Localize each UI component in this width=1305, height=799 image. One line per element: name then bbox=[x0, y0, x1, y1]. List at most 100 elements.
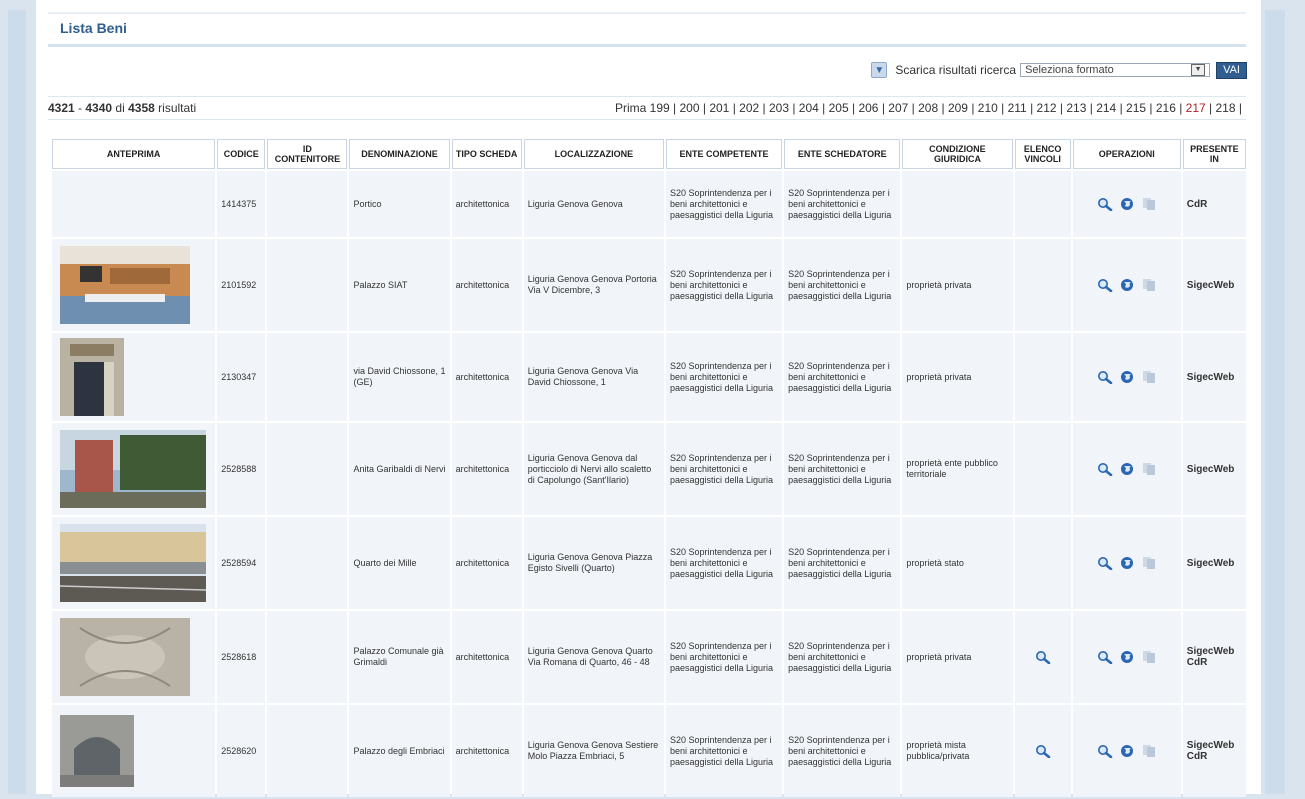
constraints-cell bbox=[1014, 423, 1071, 515]
globe-icon[interactable] bbox=[1118, 650, 1136, 664]
chevron-down-icon[interactable]: ▼ bbox=[1191, 64, 1206, 76]
column-header[interactable]: OPERAZIONI bbox=[1072, 139, 1181, 169]
globe-icon[interactable] bbox=[1118, 462, 1136, 476]
pager-page-link[interactable]: 206 bbox=[855, 101, 882, 115]
preview-image[interactable] bbox=[60, 715, 134, 787]
pager-page-link[interactable]: 216 bbox=[1153, 101, 1180, 115]
preview-cell bbox=[52, 333, 216, 421]
present-in-cell: SigecWeb bbox=[1182, 517, 1246, 609]
present-in-tag: CdR bbox=[1186, 198, 1208, 210]
pager-page-link[interactable]: 201 bbox=[706, 101, 733, 115]
cataloguing-body-cell: S20 Soprintendenza per i beni architetto… bbox=[784, 423, 901, 515]
magnifier-icon[interactable] bbox=[1096, 462, 1114, 476]
download-label: Scarica risultati ricerca bbox=[895, 63, 1017, 77]
container-id-cell bbox=[267, 517, 348, 609]
table-row: 2528594 Quarto dei Mille architettonica Lig… bbox=[52, 517, 1246, 609]
vai-button[interactable]: VAI bbox=[1216, 61, 1247, 79]
table-row: 2101592 Palazzo SIAT architettonica Liguria… bbox=[52, 239, 1246, 331]
pager-page-link[interactable]: 210 bbox=[974, 101, 1001, 115]
page-header: Lista Beni bbox=[48, 12, 1246, 47]
globe-icon[interactable] bbox=[1118, 370, 1136, 384]
copy-icon[interactable] bbox=[1140, 556, 1158, 570]
pager-page-link[interactable]: 204 bbox=[795, 101, 822, 115]
preview-image[interactable] bbox=[60, 524, 206, 602]
operations-cell bbox=[1072, 611, 1181, 703]
preview-image[interactable] bbox=[60, 430, 206, 508]
preview-image[interactable] bbox=[60, 246, 190, 324]
pager-page-link[interactable]: 207 bbox=[885, 101, 912, 115]
pager-page-link[interactable]: 205 bbox=[825, 101, 852, 115]
copy-icon[interactable] bbox=[1140, 370, 1158, 384]
table-row: 2528588 Anita Garibaldi di Nervi architett… bbox=[52, 423, 1246, 515]
pager-page-link[interactable]: 209 bbox=[945, 101, 972, 115]
code-cell: 2130347 bbox=[217, 333, 266, 421]
globe-icon[interactable] bbox=[1118, 556, 1136, 570]
pager-page-link[interactable]: 215 bbox=[1123, 101, 1150, 115]
copy-icon[interactable] bbox=[1140, 278, 1158, 292]
pager-page-link[interactable]: 203 bbox=[766, 101, 793, 115]
column-header[interactable]: PRESENTE IN bbox=[1182, 139, 1246, 169]
pager-page-link[interactable]: 200 bbox=[676, 101, 703, 115]
cataloguing-body-cell: S20 Soprintendenza per i beni architetto… bbox=[784, 705, 901, 797]
cataloguing-body-cell: S20 Soprintendenza per i beni architetto… bbox=[784, 517, 901, 609]
constraints-magnifier-icon[interactable] bbox=[1034, 650, 1052, 664]
download-icon[interactable]: ▼ bbox=[871, 62, 888, 78]
location-cell: Liguria Genova Genova dal porticciolo di… bbox=[523, 423, 664, 515]
globe-icon[interactable] bbox=[1118, 278, 1136, 292]
preview-image[interactable] bbox=[60, 618, 190, 696]
container-id-cell bbox=[267, 239, 348, 331]
format-select[interactable]: Seleziona formato ▼ bbox=[1020, 63, 1211, 77]
legal-status-cell: proprietà mista pubblica/privata bbox=[902, 705, 1013, 797]
column-header[interactable]: ID CONTENITORE bbox=[267, 139, 348, 169]
pager-page-link[interactable]: 214 bbox=[1093, 101, 1120, 115]
pager-page-link[interactable]: 199 bbox=[650, 101, 673, 115]
pager-page-link[interactable]: 218 bbox=[1212, 101, 1239, 115]
magnifier-icon[interactable] bbox=[1096, 370, 1114, 384]
column-header[interactable]: LOCALIZZAZIONE bbox=[523, 139, 664, 169]
table-row: 2528618 Palazzo Comunale già Grimaldi arch… bbox=[52, 611, 1246, 703]
copy-icon[interactable] bbox=[1140, 650, 1158, 664]
column-header[interactable]: TIPO SCHEDA bbox=[451, 139, 522, 169]
container-id-cell bbox=[267, 611, 348, 703]
name-cell: Palazzo Comunale già Grimaldi bbox=[349, 611, 450, 703]
constraints-cell bbox=[1014, 705, 1071, 797]
column-header[interactable]: ELENCO VINCOLI bbox=[1014, 139, 1071, 169]
type-cell: architettonica bbox=[451, 333, 522, 421]
pager-first-link[interactable]: Prima bbox=[615, 101, 650, 115]
container-id-cell bbox=[267, 333, 348, 421]
operations-cell bbox=[1072, 239, 1181, 331]
copy-icon[interactable] bbox=[1140, 744, 1158, 758]
result-to: 4340 bbox=[85, 101, 113, 115]
competent-body-cell: S20 Soprintendenza per i beni architetto… bbox=[665, 171, 783, 237]
magnifier-icon[interactable] bbox=[1096, 650, 1114, 664]
magnifier-icon[interactable] bbox=[1096, 556, 1114, 570]
present-in-cell: SigecWeb bbox=[1182, 239, 1246, 331]
column-header[interactable]: CODICE bbox=[217, 139, 266, 169]
globe-icon[interactable] bbox=[1118, 197, 1136, 211]
page-container: Lista Beni ▼ Scarica risultati ricerca S… bbox=[36, 0, 1261, 797]
column-header[interactable]: ENTE SCHEDATORE bbox=[784, 139, 901, 169]
column-header[interactable]: ENTE COMPETENTE bbox=[665, 139, 783, 169]
magnifier-icon[interactable] bbox=[1096, 197, 1114, 211]
pager-page-link[interactable]: 212 bbox=[1033, 101, 1060, 115]
column-header[interactable]: CONDIZIONE GIURIDICA bbox=[902, 139, 1013, 169]
preview-image[interactable] bbox=[60, 338, 124, 416]
column-header[interactable]: ANTEPRIMA bbox=[52, 139, 216, 169]
pager-page-link[interactable]: 202 bbox=[736, 101, 763, 115]
present-in-tag: SigecWeb bbox=[1186, 371, 1235, 383]
pager-page-link[interactable]: 213 bbox=[1063, 101, 1090, 115]
legal-status-cell: proprietà stato bbox=[902, 517, 1013, 609]
preview-cell bbox=[52, 705, 216, 797]
pager-page-link[interactable]: 208 bbox=[915, 101, 942, 115]
name-cell: Palazzo degli Embriaci bbox=[349, 705, 450, 797]
magnifier-icon[interactable] bbox=[1096, 744, 1114, 758]
constraints-magnifier-icon[interactable] bbox=[1034, 744, 1052, 758]
pager-page-link[interactable]: 217 bbox=[1182, 101, 1209, 115]
column-header[interactable]: DENOMINAZIONE bbox=[349, 139, 450, 169]
pager-page-link[interactable]: 211 bbox=[1004, 101, 1030, 115]
copy-icon[interactable] bbox=[1140, 197, 1158, 211]
copy-icon[interactable] bbox=[1140, 462, 1158, 476]
cataloguing-body-cell: S20 Soprintendenza per i beni architetto… bbox=[784, 611, 901, 703]
globe-icon[interactable] bbox=[1118, 744, 1136, 758]
magnifier-icon[interactable] bbox=[1096, 278, 1114, 292]
